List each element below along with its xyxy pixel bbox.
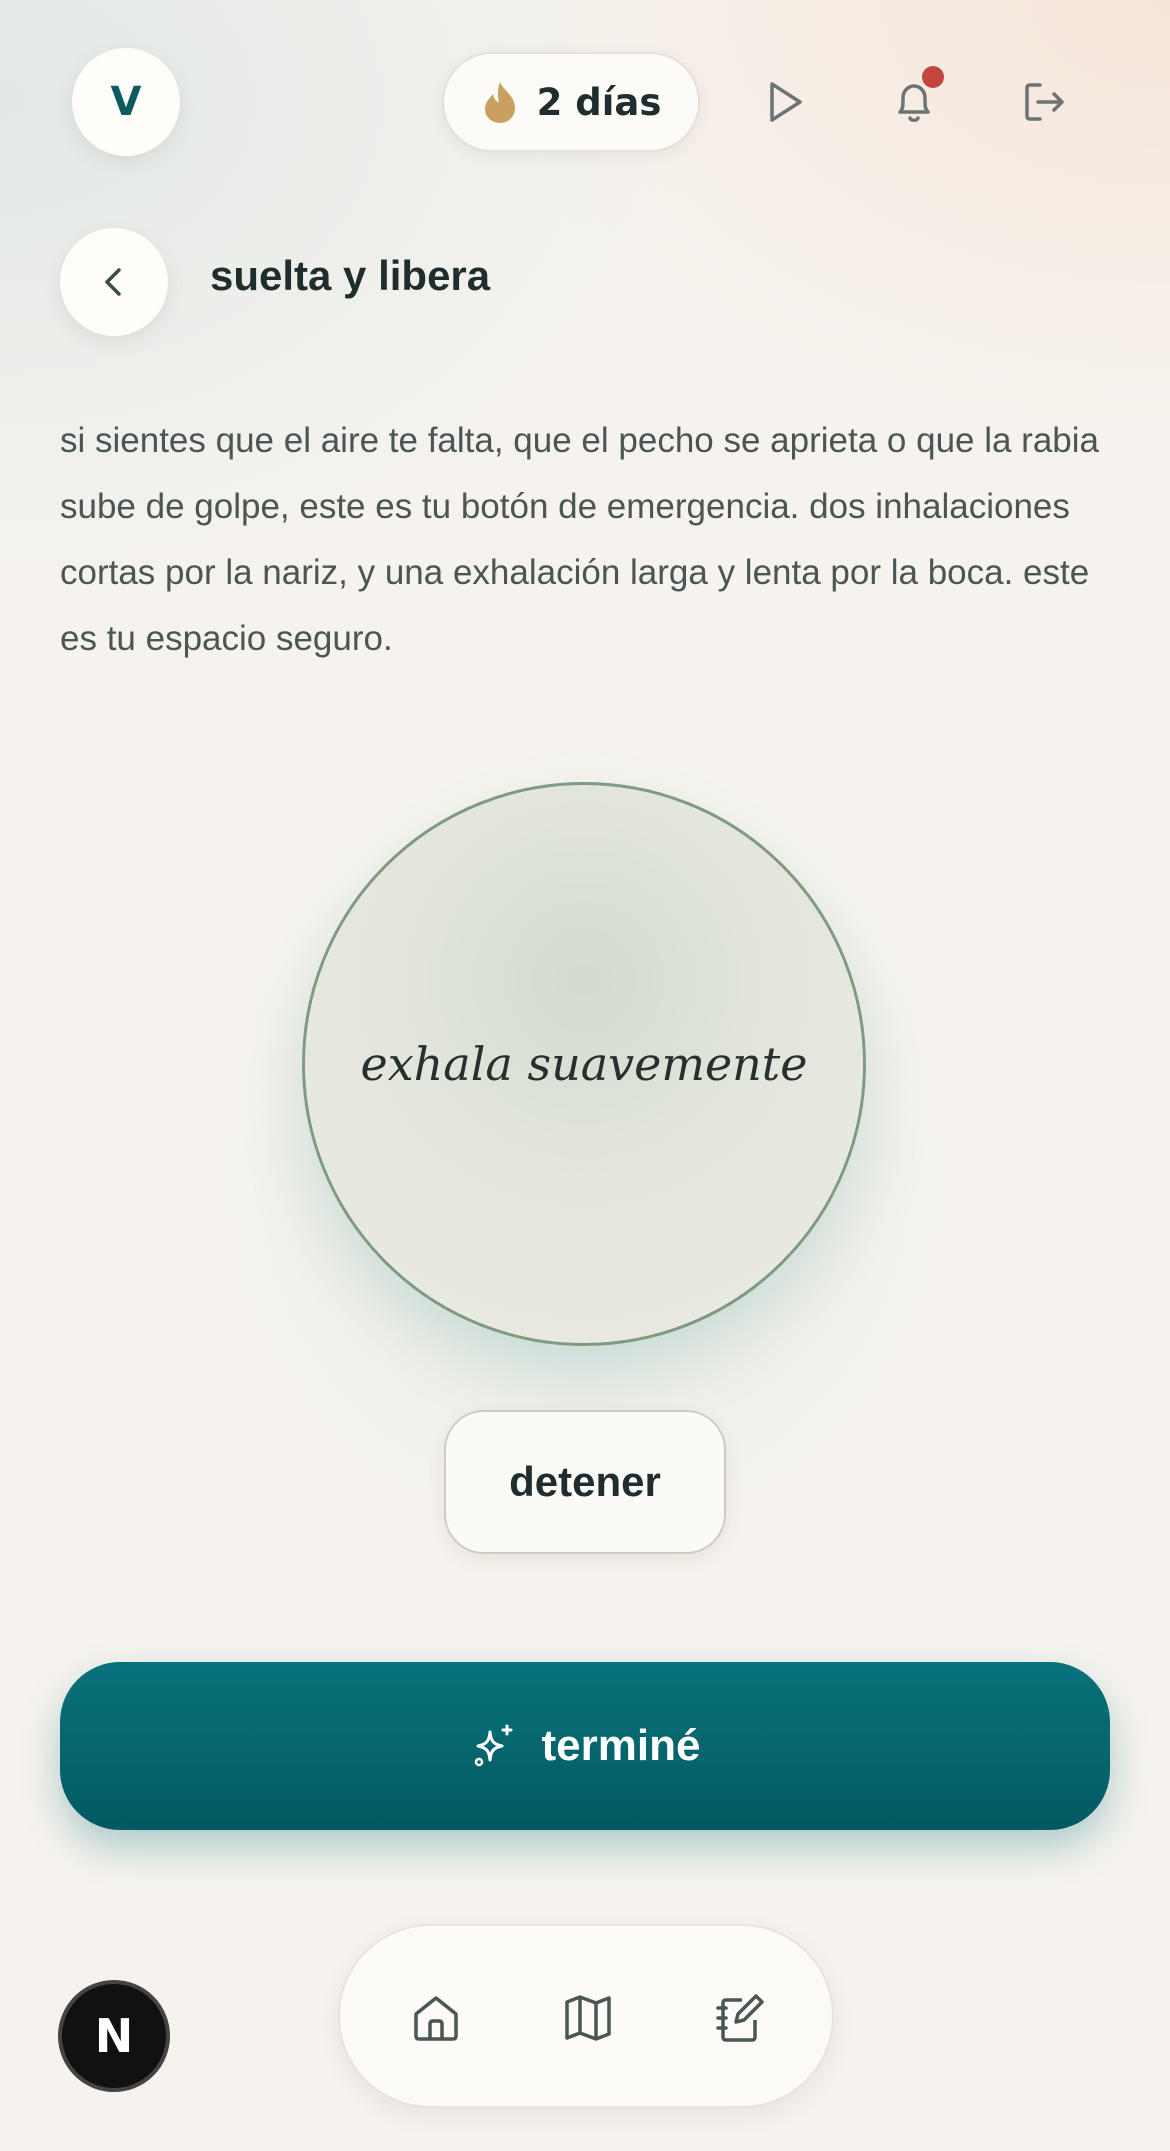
play-button[interactable] — [752, 70, 816, 134]
done-button-label: terminé — [541, 1721, 701, 1770]
logout-button[interactable] — [1012, 70, 1076, 134]
streak-label: 2 días — [536, 80, 662, 124]
notification-dot — [922, 66, 944, 88]
breathing-circle: exhala suavemente — [302, 782, 866, 1346]
bottom-nav — [338, 1924, 834, 2108]
page-title: suelta y libera — [210, 252, 491, 299]
stop-button[interactable]: detener — [444, 1410, 726, 1554]
exercise-description: si sientes que el aire te falta, que el … — [60, 421, 1100, 658]
back-button[interactable] — [60, 228, 168, 336]
breathing-instruction: exhala suavemente — [360, 1037, 808, 1091]
dev-badge-letter: N — [94, 2009, 134, 2063]
home-icon — [414, 1996, 458, 2041]
sparkles-icon — [474, 1724, 513, 1767]
journal-icon — [716, 1994, 764, 2042]
chevron-left-icon — [105, 268, 121, 296]
user-avatar[interactable]: V — [72, 48, 180, 156]
nav-journal[interactable] — [708, 1986, 772, 2050]
notifications-button[interactable] — [882, 66, 946, 134]
done-button[interactable]: terminé — [60, 1662, 1110, 1830]
play-icon — [770, 82, 802, 122]
flame-icon — [484, 82, 515, 123]
nav-home[interactable] — [404, 1986, 468, 2050]
streak-badge[interactable]: 2 días — [442, 52, 700, 152]
logout-icon — [1025, 83, 1064, 121]
avatar-initial: V — [110, 79, 142, 125]
map-icon — [565, 1995, 611, 2041]
dev-badge[interactable]: N — [58, 1980, 170, 2092]
stop-button-label: detener — [509, 1458, 661, 1505]
nav-map[interactable] — [556, 1986, 620, 2050]
